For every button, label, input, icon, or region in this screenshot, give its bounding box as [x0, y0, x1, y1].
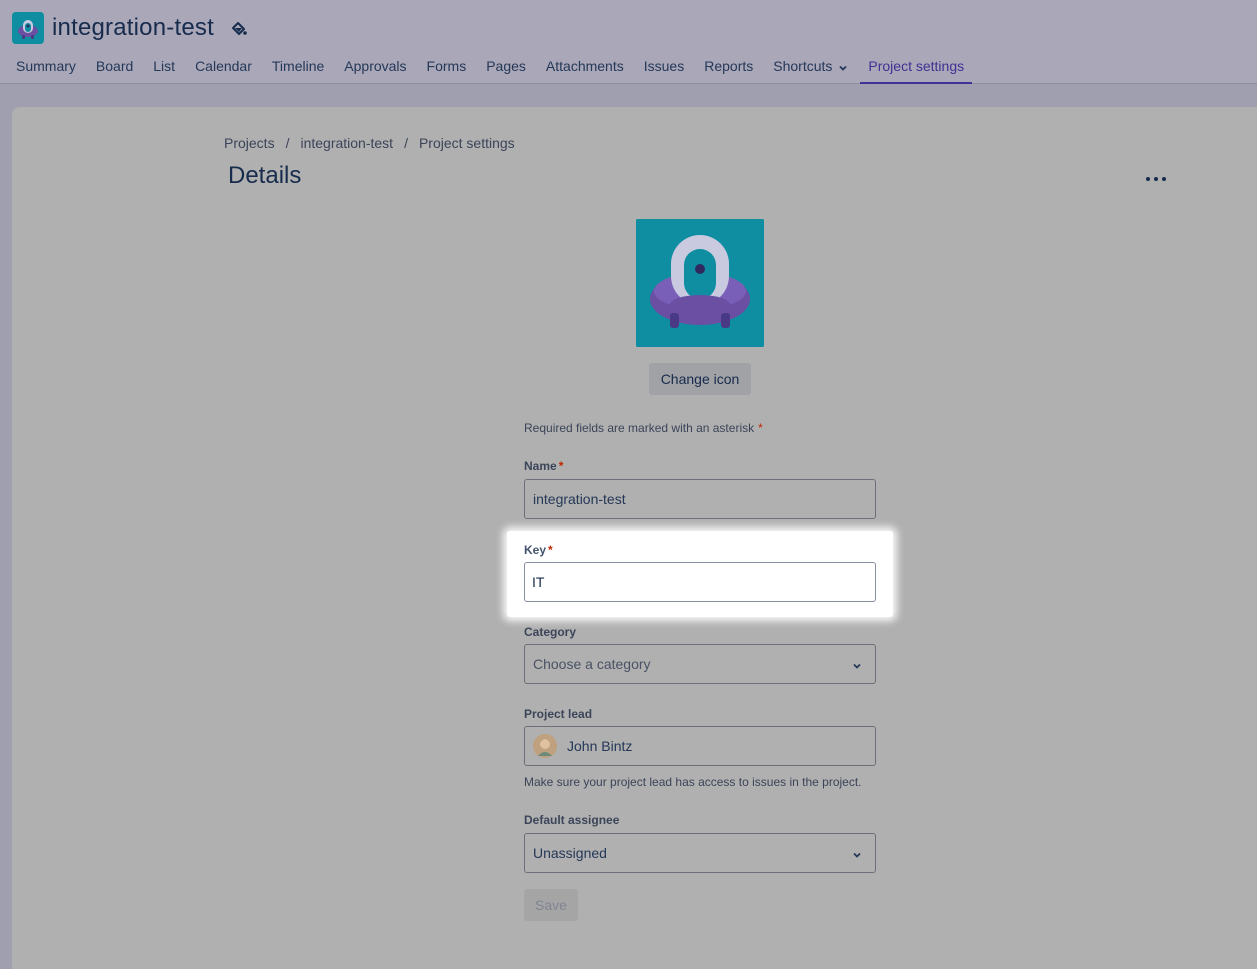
- required-asterisk: *: [548, 543, 553, 557]
- breadcrumb-item-projects[interactable]: Projects: [224, 135, 275, 151]
- tab-project-settings[interactable]: Project settings: [858, 52, 974, 84]
- required-asterisk: *: [558, 459, 564, 473]
- required-asterisk: *: [758, 421, 763, 435]
- breadcrumb: Projects / integration-test / Project se…: [224, 135, 515, 151]
- chevron-down-icon: [851, 848, 863, 864]
- project-lead-helper: Make sure your project lead has access t…: [524, 775, 862, 789]
- tab-label: Board: [95, 58, 134, 74]
- category-placeholder: Choose a category: [533, 656, 651, 672]
- project-header: integration-test Summary Board List Cale…: [0, 0, 1257, 84]
- project-lead-picker[interactable]: John Bintz: [524, 726, 876, 766]
- ufo-robot-icon[interactable]: [12, 12, 44, 44]
- tab-calendar[interactable]: Calendar: [185, 52, 262, 84]
- tab-label: Calendar: [195, 58, 252, 74]
- tab-reports[interactable]: Reports: [694, 52, 763, 84]
- tab-label: Issues: [643, 58, 685, 74]
- chevron-down-icon: [851, 659, 863, 675]
- paint-bucket-icon[interactable]: [230, 19, 248, 37]
- key-field-spotlight: Key *: [507, 531, 893, 617]
- tab-label: Forms: [426, 58, 467, 74]
- tab-board[interactable]: Board: [86, 52, 143, 84]
- breadcrumb-separator: /: [404, 135, 408, 151]
- key-label: Key *: [524, 543, 553, 557]
- tab-label: Approvals: [344, 58, 407, 74]
- dot: [1162, 177, 1166, 181]
- project-nav-tabs: Summary Board List Calendar Timeline App…: [6, 52, 974, 84]
- key-label-text: Key: [524, 543, 547, 557]
- breadcrumb-item-project-settings[interactable]: Project settings: [419, 135, 515, 151]
- tab-label: Summary: [16, 58, 76, 74]
- tab-label: Timeline: [271, 58, 325, 74]
- tab-attachments[interactable]: Attachments: [536, 52, 634, 84]
- project-title: integration-test: [52, 14, 214, 41]
- save-button[interactable]: Save: [524, 889, 578, 921]
- tab-forms[interactable]: Forms: [417, 52, 477, 84]
- change-icon-button[interactable]: Change icon: [649, 363, 751, 395]
- more-actions-button[interactable]: [1140, 167, 1172, 191]
- avatar: [533, 734, 557, 758]
- dot: [1146, 177, 1150, 181]
- default-assignee-label: Default assignee: [524, 813, 620, 827]
- name-field[interactable]: integration-test: [524, 479, 876, 519]
- project-avatar-large: [636, 219, 764, 347]
- required-note-text: Required fields are marked with an aster…: [524, 421, 755, 435]
- breadcrumb-separator: /: [285, 135, 290, 151]
- tab-label: Shortcuts: [773, 58, 833, 74]
- category-select[interactable]: Choose a category: [524, 644, 876, 684]
- project-lead-label: Project lead: [524, 707, 593, 721]
- tab-list[interactable]: List: [143, 52, 185, 84]
- chevron-down-icon: [838, 54, 848, 82]
- tab-label: Pages: [486, 58, 526, 74]
- tab-label: Attachments: [545, 58, 624, 74]
- tab-pages[interactable]: Pages: [476, 52, 536, 84]
- project-title-row: integration-test: [12, 12, 248, 44]
- tab-label: List: [153, 58, 176, 74]
- tab-approvals[interactable]: Approvals: [334, 52, 416, 84]
- project-lead-value: John Bintz: [567, 738, 633, 754]
- tab-timeline[interactable]: Timeline: [262, 52, 334, 84]
- page-title: Details: [228, 162, 302, 189]
- required-fields-note: Required fields are marked with an aster…: [524, 421, 763, 435]
- tab-summary[interactable]: Summary: [6, 52, 86, 84]
- tab-issues[interactable]: Issues: [634, 52, 694, 84]
- key-input[interactable]: [524, 562, 876, 602]
- dot: [1154, 177, 1158, 181]
- name-label-text: Name: [524, 459, 557, 473]
- tab-label: Reports: [704, 58, 754, 74]
- default-assignee-value: Unassigned: [533, 845, 607, 861]
- breadcrumb-item-project[interactable]: integration-test: [300, 135, 393, 151]
- name-field-value: integration-test: [533, 491, 626, 507]
- name-label: Name *: [524, 459, 563, 473]
- tab-shortcuts[interactable]: Shortcuts: [763, 52, 858, 84]
- category-label: Category: [524, 625, 577, 639]
- tab-label: Project settings: [868, 58, 965, 74]
- default-assignee-select[interactable]: Unassigned: [524, 833, 876, 873]
